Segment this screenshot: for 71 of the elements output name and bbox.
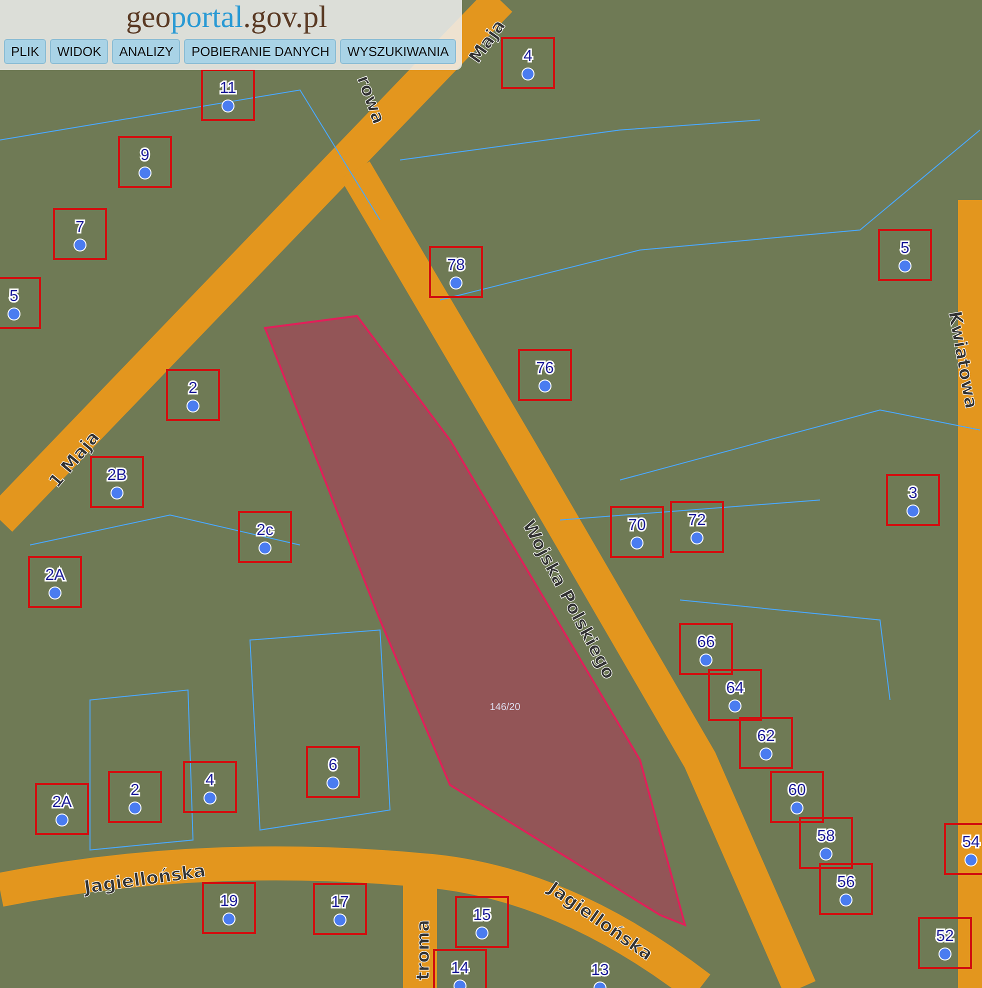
building-outline (201, 69, 255, 121)
house-number: 9 (140, 147, 150, 164)
building-outline (886, 474, 940, 526)
street-label: Kwiatowa (944, 310, 982, 410)
house-number: 19 (220, 893, 238, 910)
building-outline (166, 369, 220, 421)
house-number: 56 (837, 874, 855, 891)
street-label: troma (412, 920, 434, 980)
building-outline (238, 511, 292, 563)
house-number: 13 (591, 962, 609, 979)
house-number: 2 (130, 782, 140, 799)
building-outline (878, 229, 932, 281)
house-number: 2A (52, 794, 72, 811)
house-number: 2A (45, 567, 65, 584)
house-number: 14 (451, 960, 469, 977)
house-number: 7 (76, 219, 84, 236)
house-number: 54 (962, 834, 980, 851)
building-outline (770, 771, 824, 823)
house-number: 4 (524, 48, 532, 65)
menu-button[interactable]: PLIK (4, 39, 46, 64)
building-outline (429, 246, 483, 298)
house-number: 62 (757, 728, 775, 745)
house-number: 70 (628, 517, 646, 534)
house-number: 78 (447, 257, 465, 274)
house-number: 17 (331, 894, 349, 911)
building-outline (108, 771, 162, 823)
menu-button[interactable]: WYSZUKIWANIA (340, 39, 456, 64)
house-number: 66 (697, 634, 715, 651)
site-logo: geoportal.gov.pl (126, 0, 328, 34)
building-outline (28, 556, 82, 608)
building-outline (53, 208, 107, 260)
house-number: 11 (220, 80, 236, 97)
building-outline (679, 623, 733, 675)
house-number: 76 (536, 360, 554, 377)
address-point-icon (454, 980, 466, 988)
house-number: 6 (328, 757, 338, 774)
building-outline (35, 783, 89, 835)
building-outline (708, 669, 762, 721)
menu-button[interactable]: WIDOK (50, 39, 108, 64)
house-number: 72 (688, 512, 706, 529)
building-outline (455, 896, 509, 948)
building-outline (610, 506, 664, 558)
building-outline (306, 746, 360, 798)
house-number: 2c (256, 522, 274, 539)
house-number: 15 (473, 907, 491, 924)
building-outline (183, 761, 237, 813)
house-number: 2B (107, 467, 127, 484)
house-number: 4 (206, 772, 214, 789)
building-outline (518, 349, 572, 401)
building-outline (670, 501, 724, 553)
house-number: 2 (188, 380, 198, 397)
house-number: 64 (726, 680, 744, 697)
house-number: 60 (788, 782, 806, 799)
house-number: 3 (908, 485, 918, 502)
building-outline (0, 277, 41, 329)
house-number: 5 (900, 240, 910, 257)
street-label: rowa (352, 72, 389, 127)
building-outline (313, 883, 367, 935)
building-outline (944, 823, 982, 875)
building-outline (739, 717, 793, 769)
house-number: 52 (936, 928, 954, 945)
building-outline (918, 917, 972, 969)
building-outline (819, 863, 873, 915)
building-outline (118, 136, 172, 188)
menu-button[interactable]: POBIERANIE DANYCH (184, 39, 336, 64)
house-number: 5 (10, 288, 18, 305)
building-outline (799, 817, 853, 869)
parcel-number: 146/20 (490, 702, 520, 713)
menu-button[interactable]: ANALIZY (112, 39, 180, 64)
building-outline (433, 949, 487, 988)
house-number: 58 (817, 828, 835, 845)
